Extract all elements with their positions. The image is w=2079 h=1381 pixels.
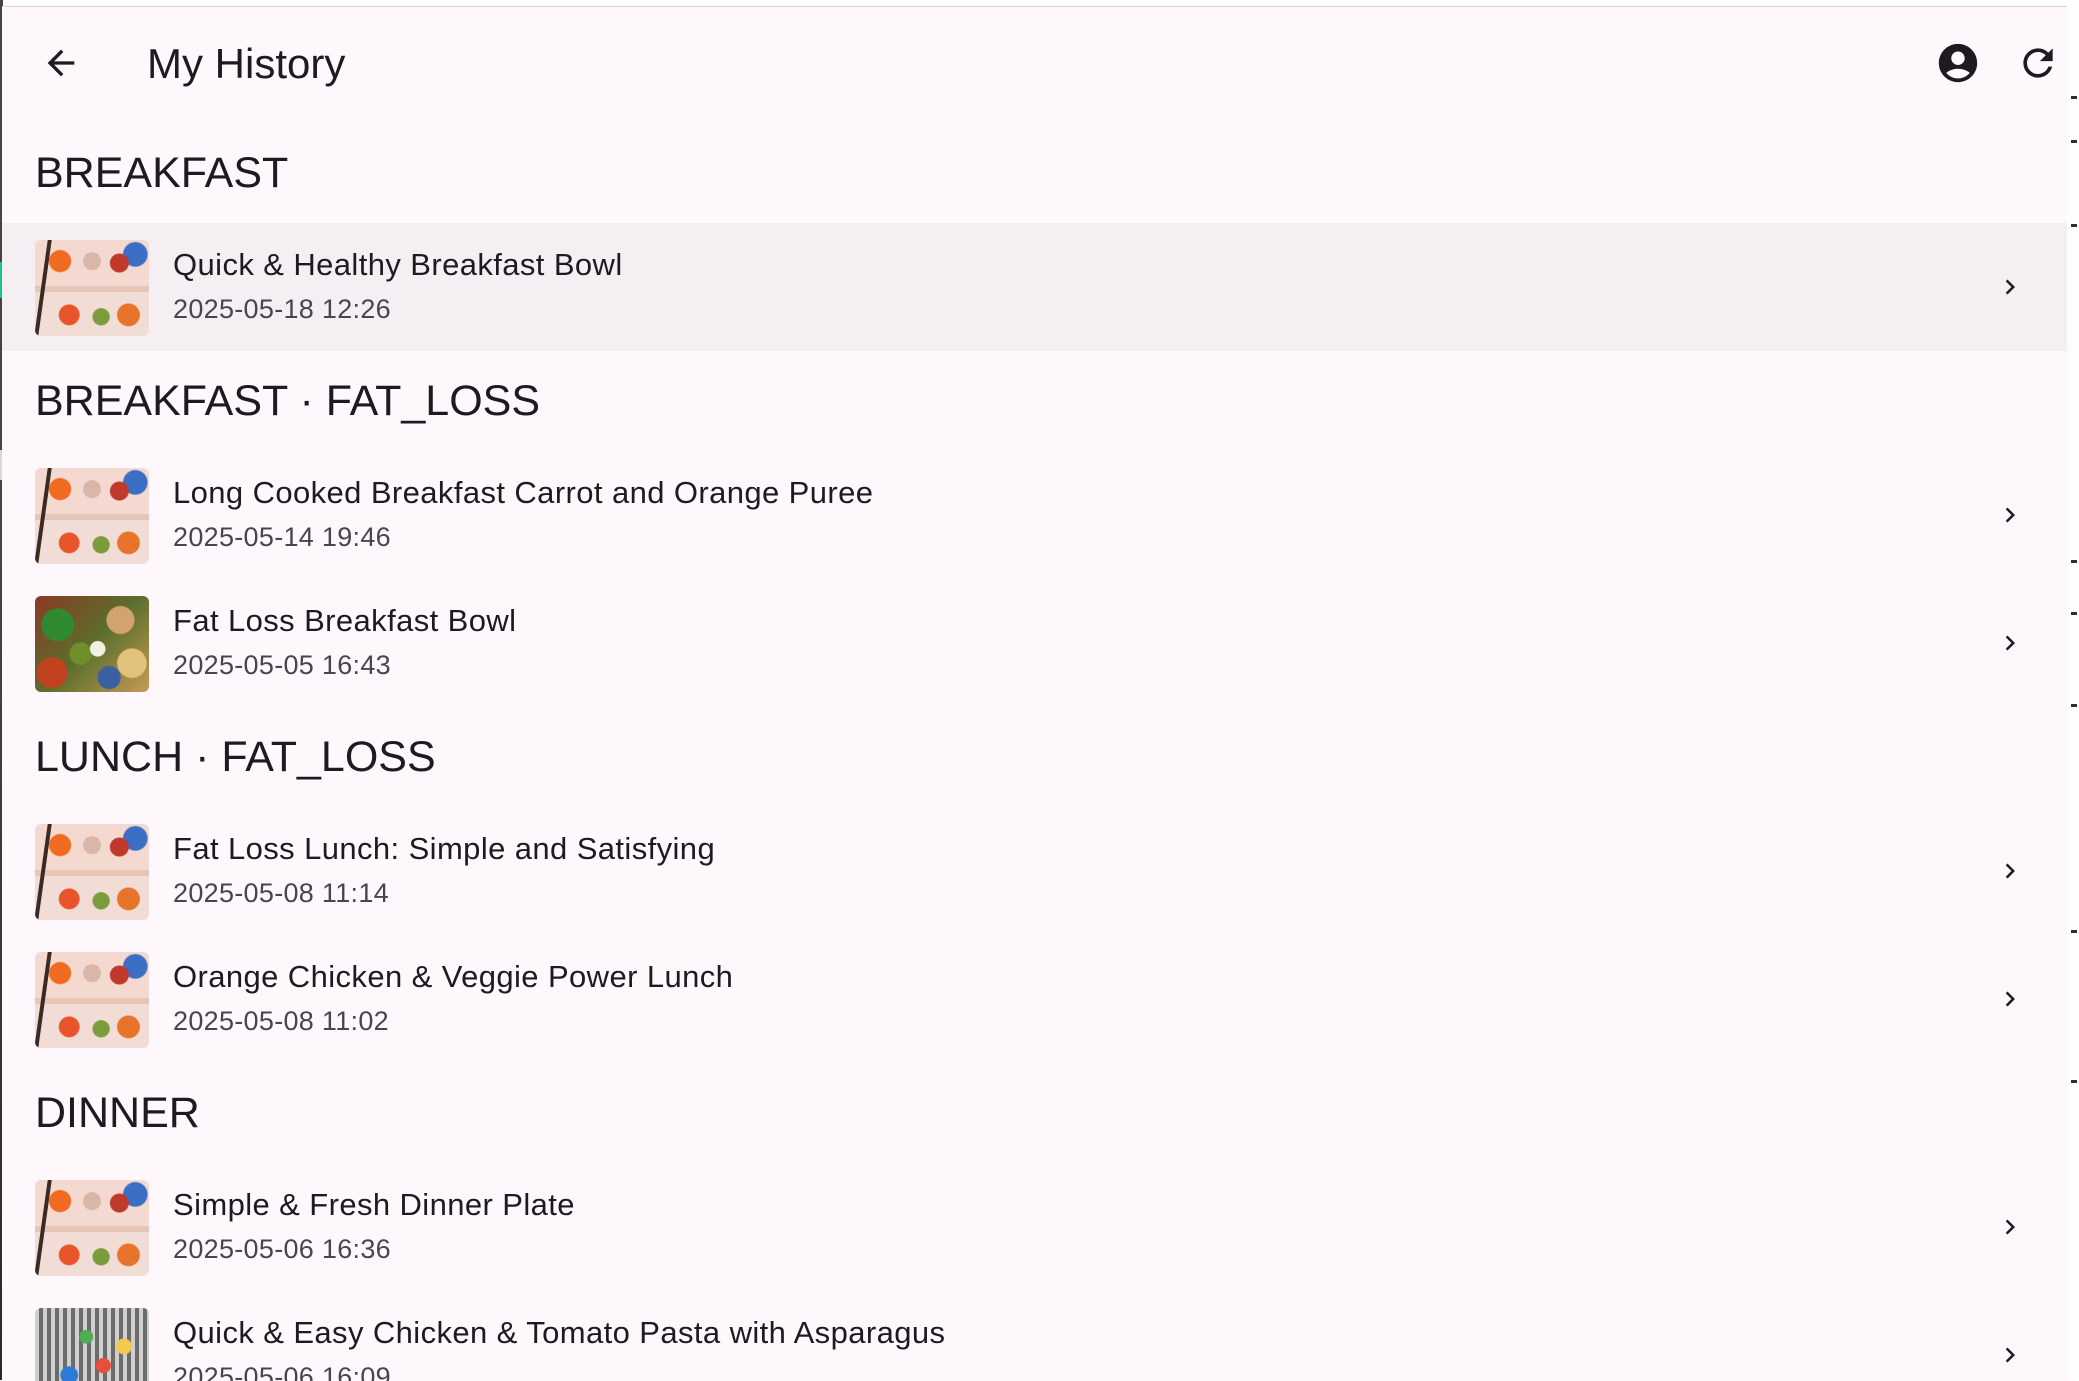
chevron-right-icon — [1990, 1207, 2030, 1247]
item-date: 2025-05-06 16:09 — [173, 1362, 391, 1381]
list-item[interactable]: Fat Loss Lunch: Simple and Satisfying 20… — [2, 807, 2076, 935]
history-screen: My History BREAKFAST Quick & Healthy Bre… — [2, 6, 2076, 1381]
item-date: 2025-05-05 16:43 — [173, 650, 391, 680]
back-button[interactable] — [25, 29, 97, 101]
item-title: Simple & Fresh Dinner Plate — [173, 1187, 575, 1222]
section-header: BREAKFAST · FAT_LOSS — [35, 377, 541, 425]
arrow-back-icon — [41, 43, 81, 88]
list-item[interactable]: Fat Loss Breakfast Bowl 2025-05-05 16:43 — [2, 579, 2076, 707]
meal-thumbnail — [35, 1180, 149, 1276]
item-title: Long Cooked Breakfast Carrot and Orange … — [173, 475, 874, 510]
meal-thumbnail — [35, 240, 149, 336]
page-title: My History — [147, 40, 346, 87]
section-header: BREAKFAST — [35, 149, 289, 197]
meal-thumbnail — [35, 1308, 149, 1381]
item-date: 2025-05-06 16:36 — [173, 1234, 391, 1264]
chevron-right-icon — [1990, 267, 2030, 307]
meal-thumbnail — [35, 824, 149, 920]
list-item[interactable]: Quick & Healthy Breakfast Bowl 2025-05-1… — [2, 223, 2076, 351]
item-title: Orange Chicken & Veggie Power Lunch — [173, 959, 734, 994]
section-header: DINNER — [35, 1089, 200, 1137]
chevron-right-icon — [1990, 851, 2030, 891]
refresh-icon — [2016, 41, 2060, 90]
chevron-right-icon — [1990, 495, 2030, 535]
item-date: 2025-05-18 12:26 — [173, 294, 391, 324]
window-right-edge — [2067, 0, 2079, 1380]
item-title: Quick & Healthy Breakfast Bowl — [173, 247, 623, 282]
chevron-right-icon — [1990, 1335, 2030, 1375]
history-list: BREAKFAST Quick & Healthy Breakfast Bowl… — [2, 123, 2076, 1381]
meal-thumbnail — [35, 952, 149, 1048]
section-header: LUNCH · FAT_LOSS — [35, 733, 436, 781]
chevron-right-icon — [1990, 979, 2030, 1019]
refresh-button[interactable] — [2002, 29, 2074, 101]
list-item[interactable]: Quick & Easy Chicken & Tomato Pasta with… — [2, 1291, 2076, 1381]
list-item[interactable]: Long Cooked Breakfast Carrot and Orange … — [2, 451, 2076, 579]
app-bar: My History — [2, 7, 2076, 123]
item-title: Fat Loss Breakfast Bowl — [173, 603, 517, 638]
item-date: 2025-05-08 11:14 — [173, 878, 389, 908]
chevron-right-icon — [1990, 623, 2030, 663]
account-circle-icon — [1935, 40, 1981, 91]
meal-thumbnail — [35, 596, 149, 692]
item-date: 2025-05-14 19:46 — [173, 522, 391, 552]
item-date: 2025-05-08 11:02 — [173, 1006, 389, 1036]
list-item[interactable]: Simple & Fresh Dinner Plate 2025-05-06 1… — [2, 1163, 2076, 1291]
item-title: Fat Loss Lunch: Simple and Satisfying — [173, 831, 716, 866]
meal-thumbnail — [35, 468, 149, 564]
item-title: Quick & Easy Chicken & Tomato Pasta with… — [173, 1315, 946, 1350]
account-button[interactable] — [1922, 29, 1994, 101]
list-item[interactable]: Orange Chicken & Veggie Power Lunch 2025… — [2, 935, 2076, 1063]
